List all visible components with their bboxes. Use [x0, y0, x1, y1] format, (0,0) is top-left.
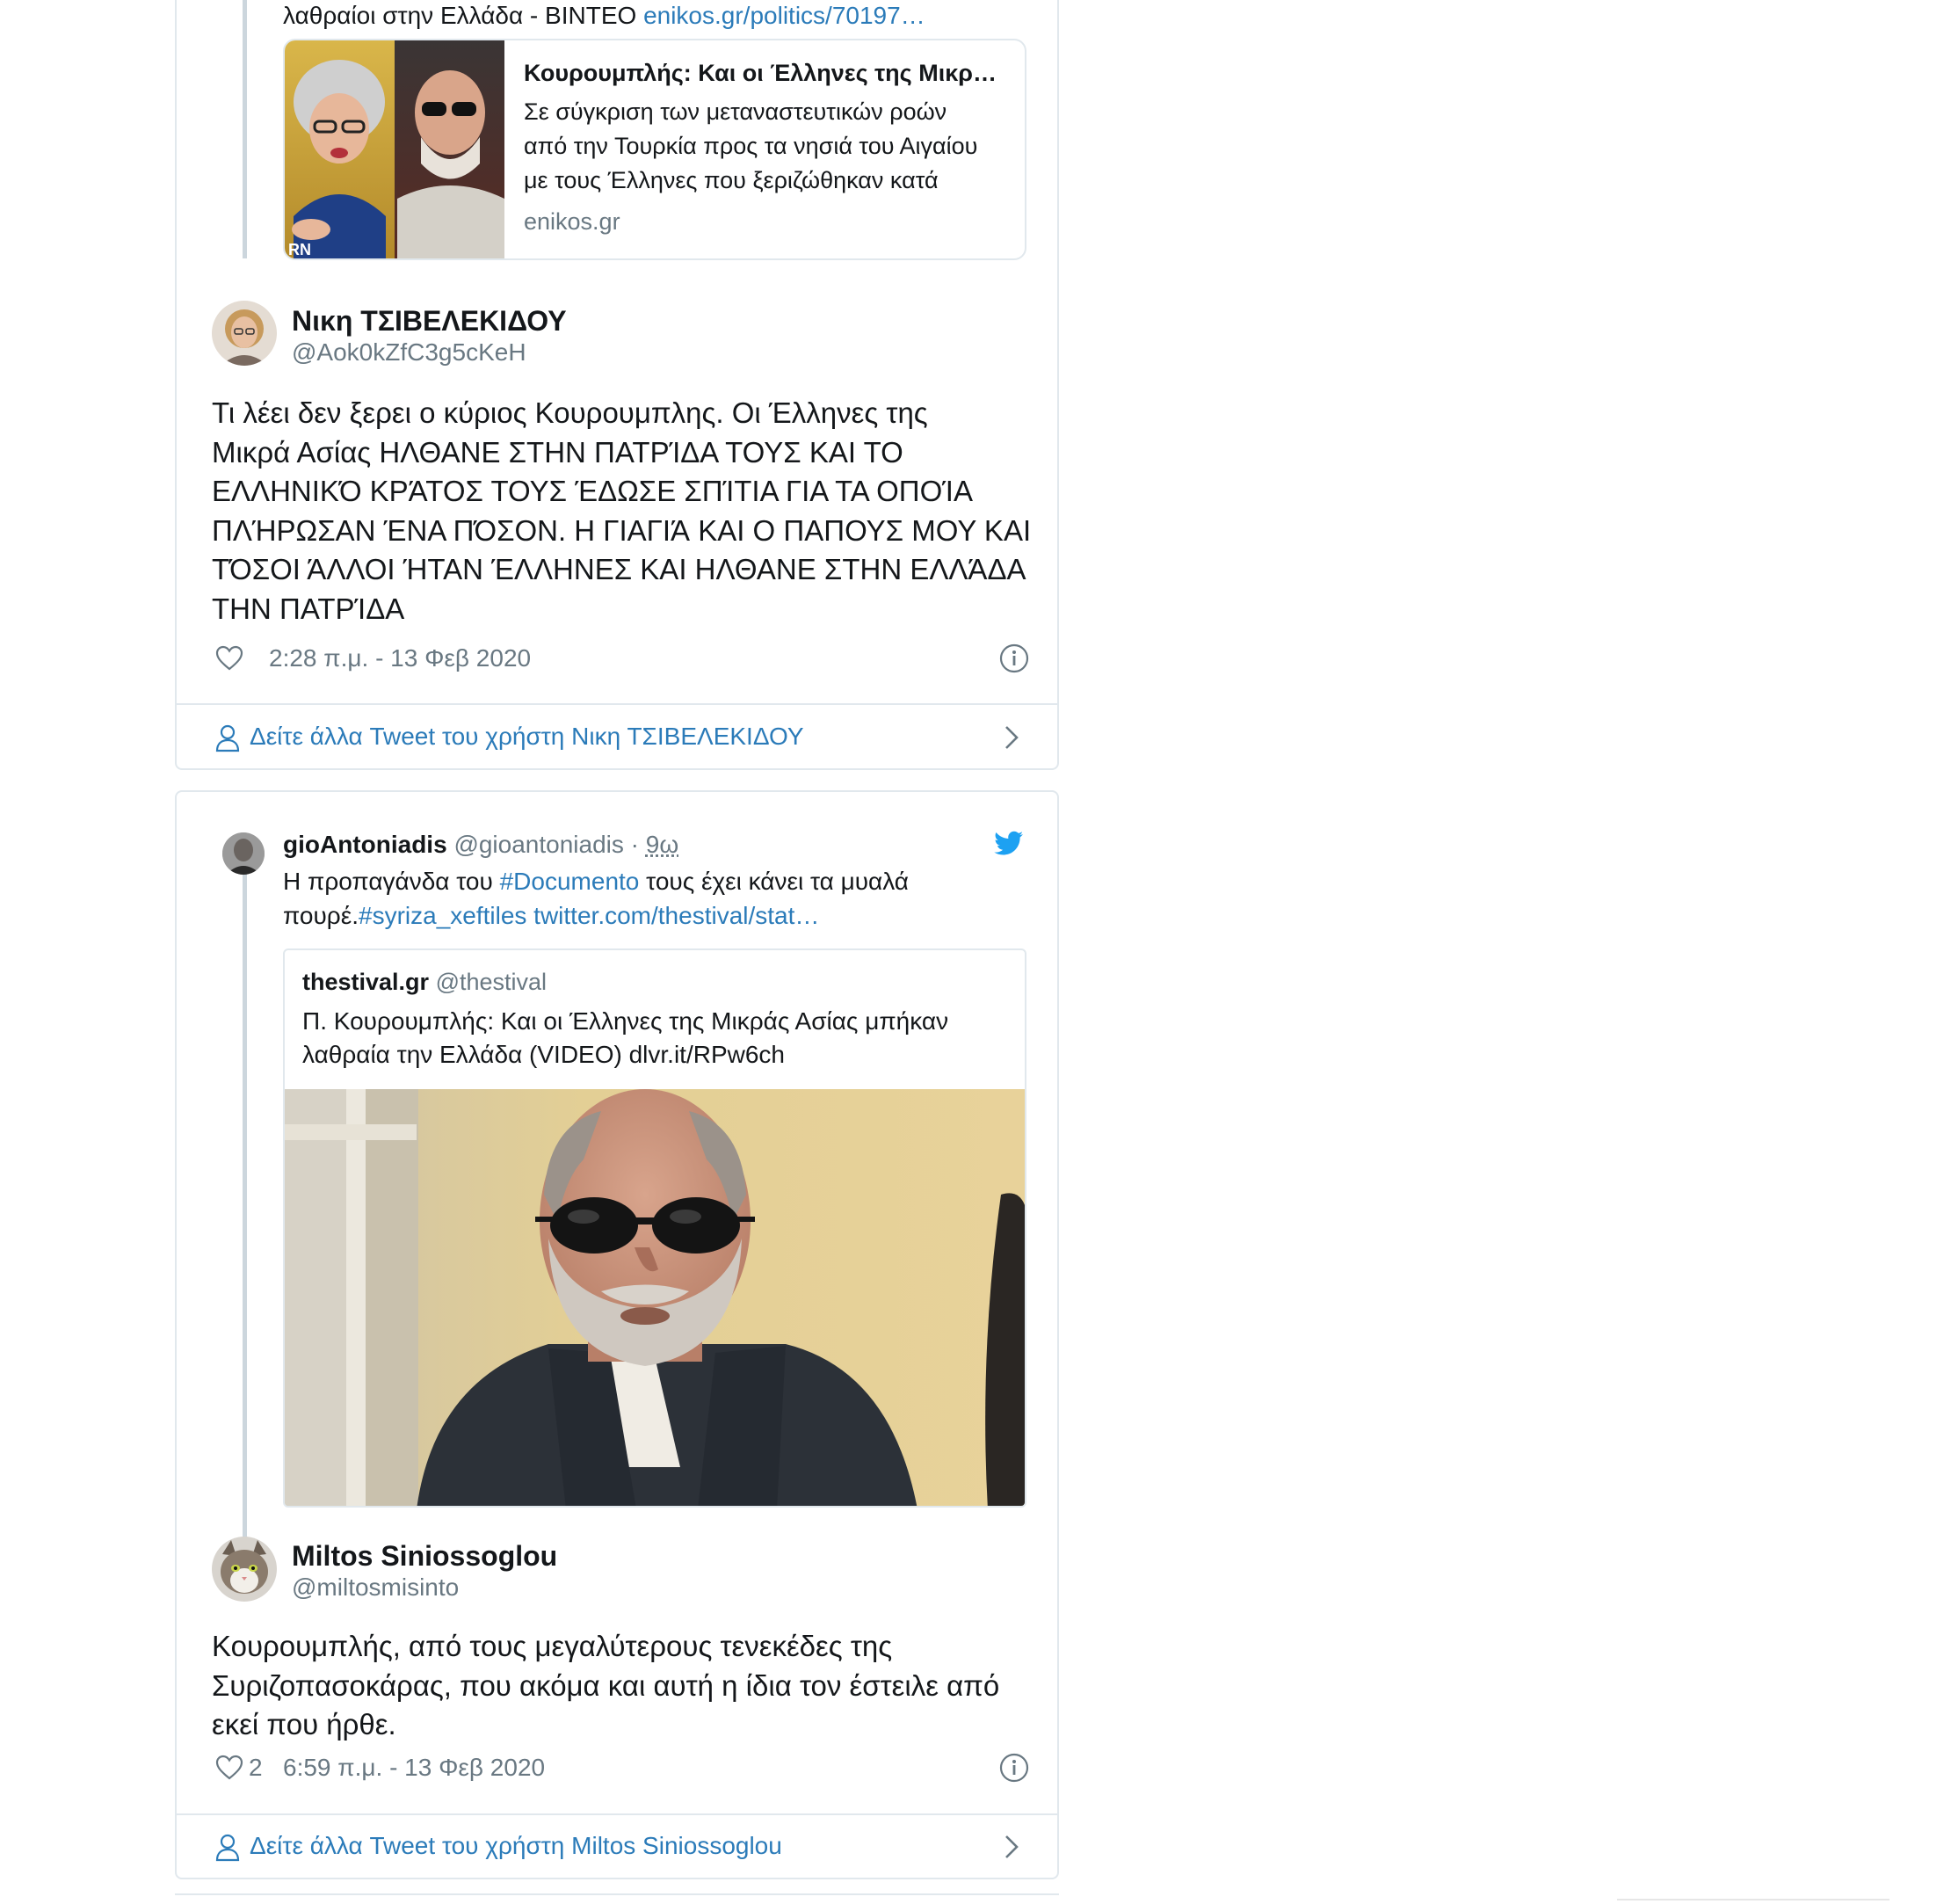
heart-icon[interactable] [215, 1755, 243, 1781]
tweet-body-line: Κουρουμπλής, από τους μεγαλύτερους τενεκ… [212, 1627, 1038, 1667]
author-handle[interactable]: @Aok0kZfC3g5cKeH [292, 338, 526, 367]
quoted-tweet-card[interactable]: thestival.gr @thestival Π. Κουρουμπλής: … [283, 948, 1026, 1508]
tweet-timestamp[interactable]: 6:59 π.μ. - 13 Φεβ 2020 [283, 1753, 545, 1783]
tweet-body-line: εκεί που ήρθε. [212, 1705, 1038, 1745]
chevron-right-icon [1003, 1834, 1020, 1860]
next-card-edge [175, 1893, 1059, 1904]
quoted-author-name[interactable]: thestival.gr [302, 969, 429, 995]
chevron-right-icon [1003, 724, 1020, 751]
tweet-body-line: ΤΗΝ ΠΑΤΡΊΔΑ [212, 590, 1038, 629]
quoted-author-handle[interactable]: @thestival [436, 969, 547, 995]
quoted-tweet-text: Π. Κουρουμπλής: Και οι Έλληνες της Μικρά… [302, 1005, 1014, 1072]
parent-tweet-link[interactable]: enikos.gr/politics/70197… [643, 2, 925, 29]
thumb-overlay-text: RN [288, 241, 311, 258]
parent-text: πουρέ. [283, 902, 359, 929]
link-preview-description-line: Σε σύγκριση των μεταναστευτικών ροών [524, 95, 1016, 129]
link-preview-thumbnail: RN [285, 40, 504, 260]
more-tweets-link[interactable]: Δείτε άλλα Tweet του χρήστη Miltos Sinio… [212, 1815, 1038, 1879]
author-handle[interactable]: @miltosmisinto [292, 1573, 459, 1602]
avatar[interactable] [212, 301, 277, 366]
parent-author-handle[interactable]: @gioantoniadis [453, 831, 623, 858]
quoted-tweet-header: thestival.gr @thestival [302, 966, 547, 998]
tweet-body: Κουρουμπλής, από τους μεγαλύτερους τενεκ… [212, 1627, 1038, 1745]
more-tweets-label: Δείτε άλλα Tweet του χρήστη Νικη ΤΣΙΒΕΛΕ… [250, 721, 804, 752]
tweet-body-line: ΤΌΣΟΙ ΆΛΛΟΙ ΉΤΑΝ ΈΛΛΗΝΕΣ ΚΑΙ ΗΛΘΑΝΕ ΣΤΗΝ… [212, 550, 1038, 590]
separator-dot: · [631, 831, 639, 858]
tweet-body-line: ΠΛΉΡΩΣΑΝ ΈΝΑ ΠΌΣΟΝ. Η ΓΙΑΓΙΆ ΚΑΙ Ο ΠΑΠΟΥ… [212, 512, 1038, 551]
link-preview-card[interactable]: RN Κουρουμπλής: Και οι Έλληνες της Μικρ…… [283, 39, 1026, 260]
link-preview-domain: enikos.gr [524, 206, 620, 237]
tweet-body-line: Τι λέει δεν ξερει ο κύριος Κουρουμπλης. … [212, 394, 1038, 433]
parent-tweet-text: Η προπαγάνδα του #Documento τους έχει κά… [283, 864, 1039, 933]
author-name[interactable]: Νικη ΤΣΙΒΕΛΕΚΙΔΟΥ [292, 304, 567, 338]
author-name[interactable]: Miltos Siniossoglou [292, 1539, 557, 1573]
hashtag-link[interactable]: #syriza_xeftiles [359, 902, 526, 929]
twitter-bird-icon[interactable] [994, 831, 1024, 857]
link-preview-description-line: από την Τουρκία προς τα νησιά του Αιγαίο… [524, 129, 1016, 164]
person-icon [215, 1834, 240, 1862]
parent-tweet-time[interactable]: 9ω [646, 831, 678, 858]
parent-tweet-text: λαθραίοι στην Ελλάδα - ΒΙΝΤΕΟ enikos.gr/… [283, 0, 925, 32]
embedded-tweet-card-2: gioAntoniadis @gioantoniadis · 9ω Η προπ… [175, 790, 1059, 1879]
quoted-tweet-photo[interactable] [285, 1089, 1026, 1508]
avatar[interactable] [212, 1537, 277, 1602]
parent-tweet-header: gioAntoniadis @gioantoniadis · 9ω [283, 829, 678, 861]
avatar[interactable] [222, 832, 265, 875]
link-preview-description-line: με τους Έλληνες που ξεριζώθηκαν κατά [524, 164, 1016, 198]
heart-icon[interactable] [215, 645, 243, 672]
tweet-body-line: Συριζοπασοκάρας, που ακόμα και αυτή η ίδ… [212, 1667, 1038, 1706]
tweet-body-line: Μικρά Ασίας ΗΛΘΑΝΕ ΣΤΗΝ ΠΑΤΡΊΔΑ ΤΟΥΣ ΚΑΙ… [212, 433, 1038, 473]
tweet-body-line: ΕΛΛΗΝΙΚΌ ΚΡΆΤΟΣ ΤΟΥΣ ΈΔΩΣΕ ΣΠΊΤΙΑ ΓΙΑ ΤΑ… [212, 472, 1038, 512]
divider [1617, 1899, 1889, 1900]
embedded-tweet-card-1: λαθραίοι στην Ελλάδα - ΒΙΝΤΕΟ enikos.gr/… [175, 0, 1059, 770]
tweet-timestamp[interactable]: 2:28 π.μ. - 13 Φεβ 2020 [269, 643, 531, 673]
link-preview-description: Σε σύγκριση των μεταναστευτικών ροών από… [524, 95, 1016, 198]
thread-connector-line [243, 862, 247, 1544]
hashtag-link[interactable]: #Documento [500, 868, 640, 895]
info-icon[interactable] [999, 643, 1029, 673]
parent-tweet-text-line: λαθραίοι στην Ελλάδα - ΒΙΝΤΕΟ [283, 2, 636, 29]
more-tweets-link[interactable]: Δείτε άλλα Tweet του χρήστη Νικη ΤΣΙΒΕΛΕ… [212, 705, 1038, 770]
person-icon [215, 724, 240, 752]
parent-text: Η προπαγάνδα του [283, 868, 500, 895]
thread-connector-line [243, 0, 247, 258]
link-preview-title: Κουρουμπλής: Και οι Έλληνες της Μικρ… [524, 56, 1016, 90]
like-count: 2 [249, 1753, 263, 1783]
more-tweets-label: Δείτε άλλα Tweet του χρήστη Miltos Sinio… [250, 1830, 782, 1862]
quoted-tweet-link[interactable]: twitter.com/thestival/stat… [526, 902, 819, 929]
info-icon[interactable] [999, 1753, 1029, 1783]
parent-author-name[interactable]: gioAntoniadis [283, 831, 447, 858]
parent-text: τους έχει κάνει τα μυαλά [639, 868, 909, 895]
quoted-tweet-text-line: λαθραία την Ελλάδα (VIDEO) dlvr.it/RPw6c… [302, 1038, 1014, 1072]
tweet-body: Τι λέει δεν ξερει ο κύριος Κουρουμπλης. … [212, 394, 1038, 629]
quoted-tweet-text-line: Π. Κουρουμπλής: Και οι Έλληνες της Μικρά… [302, 1005, 1014, 1038]
